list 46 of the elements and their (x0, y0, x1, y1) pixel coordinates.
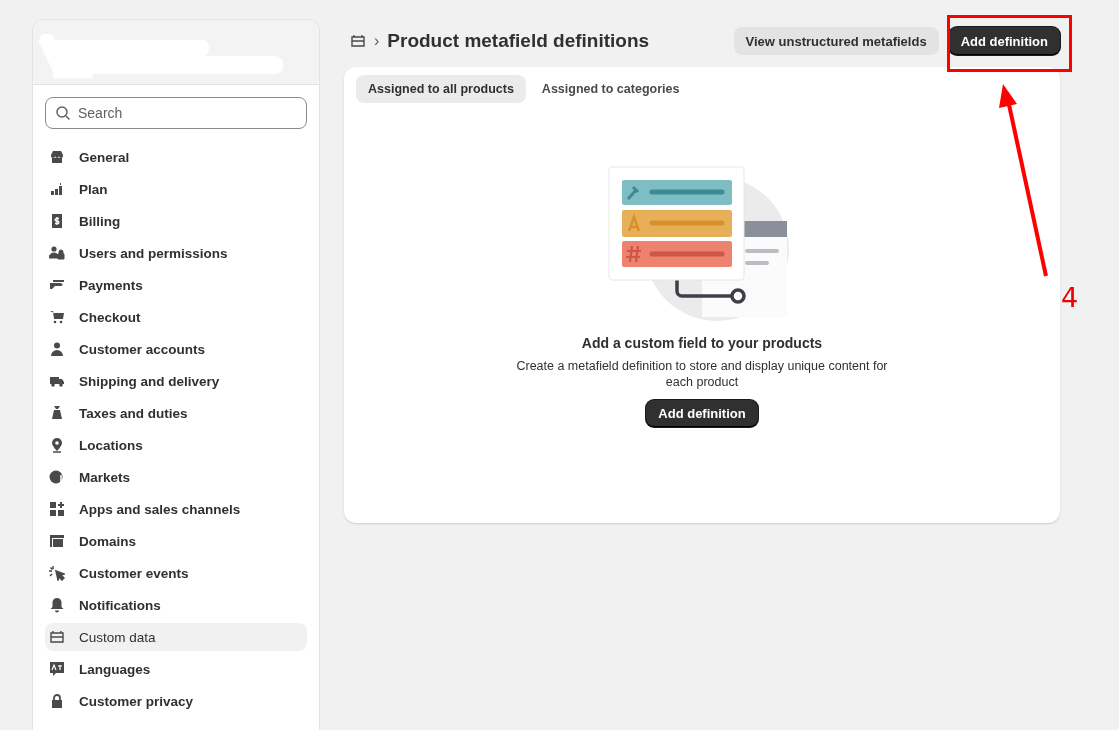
sidebar-item[interactable]: Locations (45, 431, 307, 459)
store-icon (49, 149, 65, 165)
sidebar-item[interactable]: Plan (45, 175, 307, 203)
users-icon (49, 245, 65, 261)
chart-icon (49, 181, 65, 197)
sidebar-item[interactable]: Custom data (45, 623, 307, 651)
add-definition-button[interactable]: Add definition (948, 27, 1060, 55)
sidebar-item[interactable]: Users and permissions (45, 239, 307, 267)
cursor-icon (49, 565, 65, 581)
box-icon (49, 629, 65, 645)
apps-icon (49, 501, 65, 517)
bag-icon (49, 405, 65, 421)
sidebar-item[interactable]: General (45, 143, 307, 171)
page-title: Product metafield definitions (387, 30, 651, 52)
tab[interactable]: Assigned to all products (356, 75, 526, 103)
cart-icon (49, 309, 65, 325)
sidebar-item[interactable]: Domains (45, 527, 307, 555)
sidebar-item[interactable]: Customer privacy (45, 687, 307, 715)
pin-icon (49, 437, 65, 453)
view-metafields-button[interactable]: View unstructured metafields (733, 27, 939, 55)
bell-icon (49, 597, 65, 613)
search-field[interactable]: Search (45, 97, 307, 129)
sidebar-item[interactable]: Apps and sales channels (45, 495, 307, 523)
sidebar-item[interactable]: Shipping and delivery (45, 367, 307, 395)
breadcrumb-separator: › (374, 32, 380, 50)
sidebar-item[interactable]: Checkout (45, 303, 307, 331)
empty-state-heading: Add a custom field to your products (581, 335, 823, 351)
translate-icon (49, 661, 65, 677)
step-number: 4 (1061, 282, 1079, 313)
sidebar-item[interactable]: Customer accounts (45, 335, 307, 363)
sidebar-item[interactable]: Markets (45, 463, 307, 491)
box-icon (350, 33, 366, 49)
sidebar-item[interactable]: Notifications (45, 591, 307, 619)
sidebar-item[interactable]: Languages (45, 655, 307, 683)
empty-state-text: Create a metafield definition to store and display unique content for each product (515, 358, 889, 390)
receipt-icon (49, 213, 65, 229)
person-icon (49, 341, 65, 357)
search-icon (55, 105, 71, 121)
lock-icon (49, 693, 65, 709)
sidebar-item[interactable]: Customer events (45, 559, 307, 587)
sidebar-item[interactable]: Payments (45, 271, 307, 299)
window-icon (49, 533, 65, 549)
tab[interactable]: Assigned to categories (529, 75, 692, 103)
sidebar-item[interactable]: Billing (45, 207, 307, 235)
sidebar-item[interactable]: Taxes and duties (45, 399, 307, 427)
add-definition-button[interactable]: Add definition (646, 400, 758, 427)
